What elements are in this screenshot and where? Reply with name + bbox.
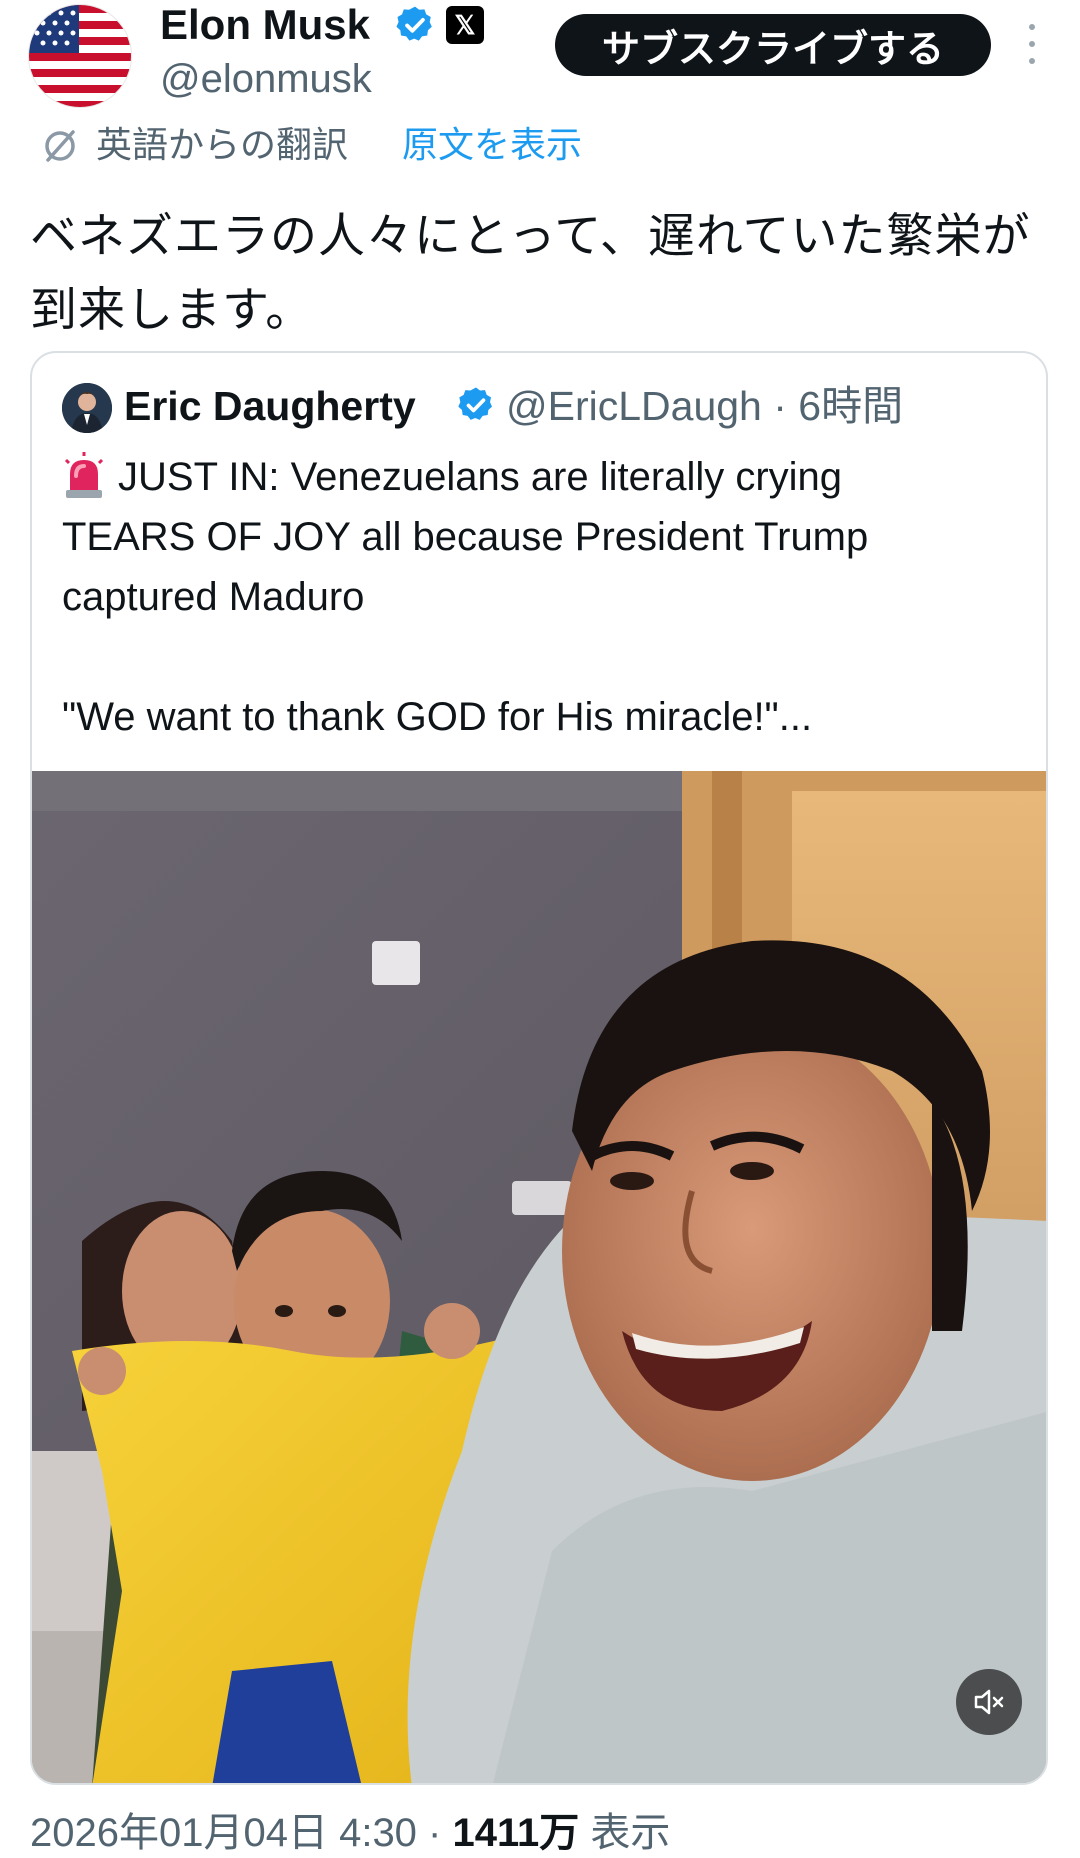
quoted-video-media[interactable]: [32, 771, 1046, 1783]
quoted-text-line: "We want to thank GOD for His miracle!".…: [62, 695, 813, 739]
video-frame-image: [32, 771, 1046, 1783]
quoted-text-line: TEARS OF JOY all because President Trump: [62, 515, 869, 559]
quoted-verified-badge-icon: [456, 385, 496, 425]
siren-emoji-icon: [62, 452, 106, 498]
quoted-tweet-card[interactable]: Eric Daugherty @EricLDaugh · 6時間 JUST IN…: [30, 351, 1048, 1785]
subscribe-button[interactable]: サブスクライブする: [555, 14, 991, 76]
mute-toggle-button[interactable]: [956, 1669, 1022, 1735]
author-name[interactable]: Elon Musk: [160, 0, 370, 50]
post-timestamp[interactable]: 2026年01月04日 4:30 ·: [30, 1811, 452, 1855]
more-options-icon[interactable]: [1020, 24, 1044, 64]
post-meta: 2026年01月04日 4:30 · 1411万 表示: [30, 1808, 670, 1858]
translate-icon: [42, 128, 78, 164]
views-label: 表示: [579, 1811, 671, 1855]
tweet-text: ベネズエラの人々にとって、遅れていた繁栄が到来します。: [30, 209, 1031, 338]
quoted-author-name[interactable]: Eric Daugherty: [124, 377, 416, 435]
quoted-author-avatar[interactable]: [62, 383, 112, 433]
mute-icon: [974, 1689, 1004, 1715]
translated-from-label: 英語からの翻訳: [96, 125, 349, 166]
show-original-link[interactable]: 原文を表示: [402, 122, 582, 170]
verified-badge-icon: [394, 4, 436, 46]
quoted-text-line: captured Maduro: [62, 575, 365, 619]
quoted-tweet-text: JUST IN: Venezuelans are literally cryin…: [62, 447, 1022, 747]
us-flag-avatar-image: [29, 5, 131, 107]
author-avatar[interactable]: [28, 4, 132, 108]
quoted-handle-and-time[interactable]: @EricLDaugh · 6時間: [506, 377, 903, 435]
quoted-text-line: JUST IN: Venezuelans are literally cryin…: [62, 447, 1022, 507]
author-handle[interactable]: @elonmusk: [160, 54, 372, 104]
x-logo-icon: 𝕏: [446, 6, 484, 44]
view-count: 1411万: [452, 1811, 580, 1855]
quoted-avatar-image: [62, 383, 112, 433]
